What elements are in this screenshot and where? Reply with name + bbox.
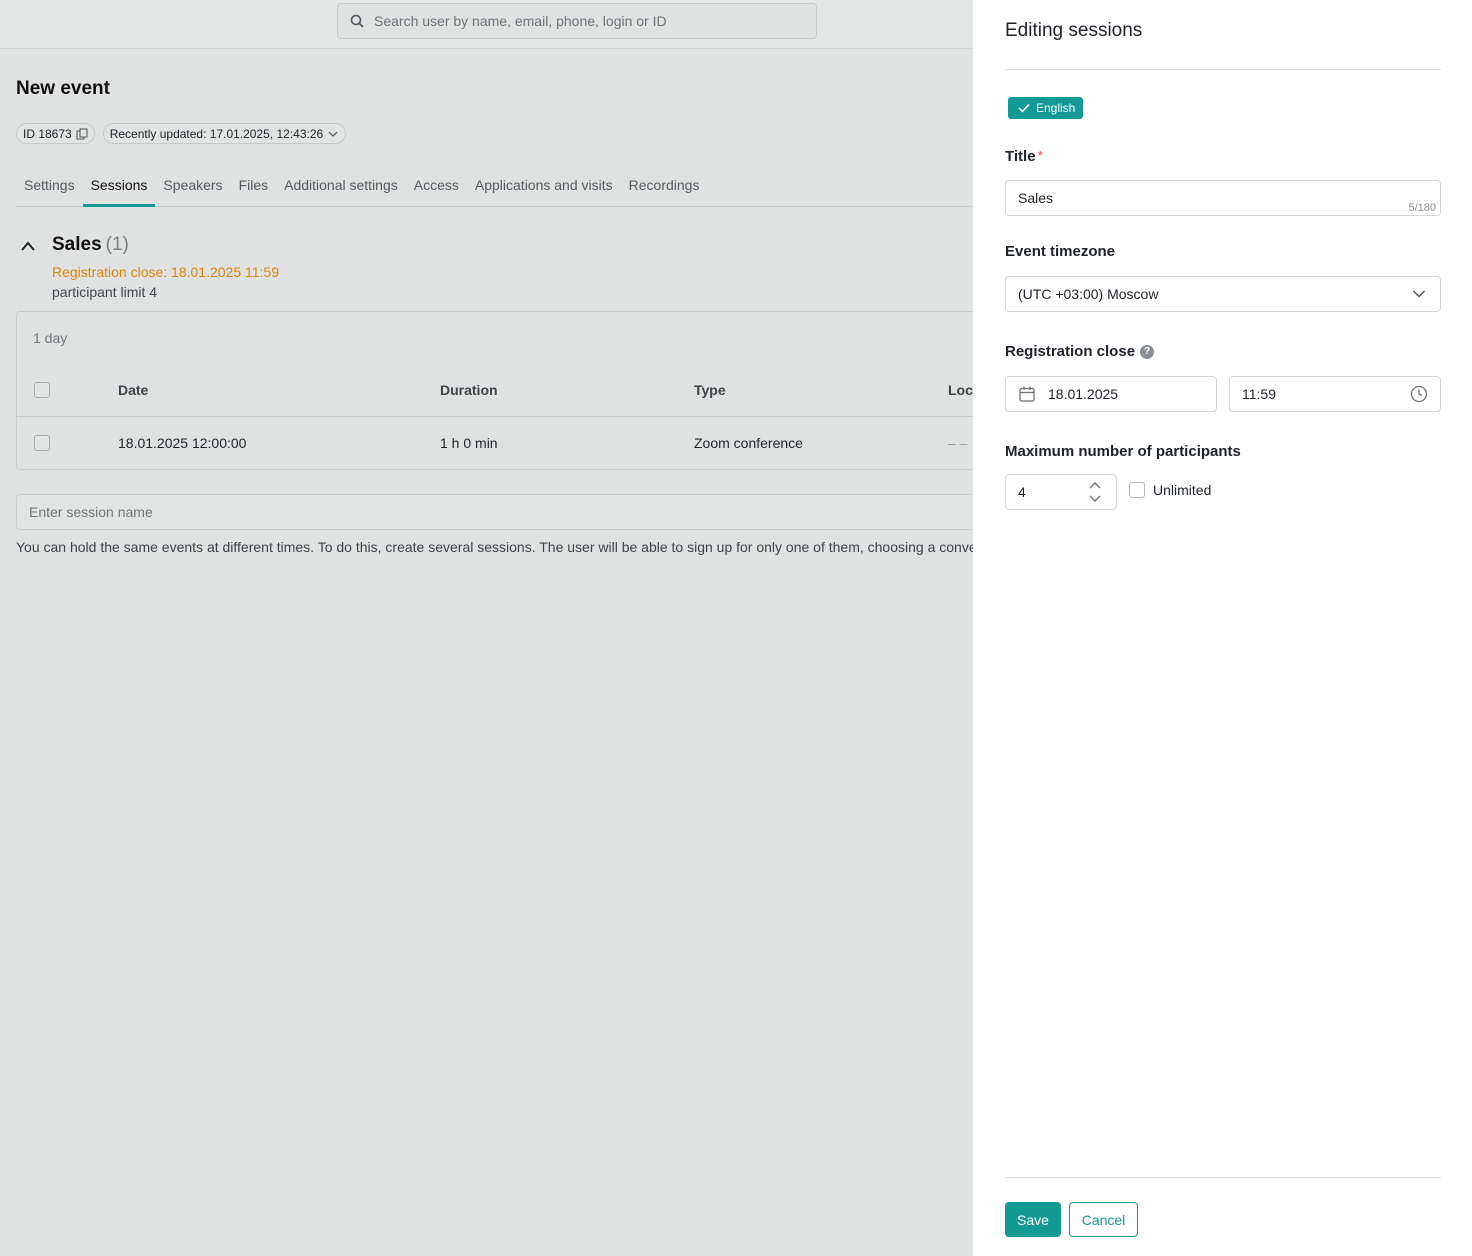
row-checkbox[interactable]: [34, 435, 50, 451]
tab-recordings[interactable]: Recordings: [621, 168, 708, 206]
sessions-hint: You can hold the same events at differen…: [16, 539, 973, 555]
unlimited-checkbox[interactable]: Unlimited: [1129, 482, 1211, 498]
session-name-input[interactable]: Enter session name: [16, 494, 973, 530]
registration-close-time-value: 11:59: [1242, 386, 1276, 402]
page-title: New event: [16, 78, 110, 99]
updated-label: Recently updated: 17.01.2025, 12:43:26: [109, 126, 324, 141]
unlimited-checkbox-box[interactable]: [1129, 482, 1145, 498]
row-divider: [17, 416, 973, 417]
calendar-icon: [1019, 386, 1035, 402]
session-group-count: (1): [105, 234, 129, 255]
chevron-down-icon: [1412, 290, 1426, 298]
participant-limit-info: participant limit 4: [52, 284, 158, 300]
event-id-pill[interactable]: ID 18673: [16, 123, 95, 144]
copy-icon[interactable]: [76, 128, 88, 140]
column-header-type: Type: [694, 382, 726, 398]
session-group-title: Sales (1): [52, 234, 129, 256]
registration-close-label-text: Registration close: [1005, 343, 1136, 360]
tab-sessions[interactable]: Sessions: [82, 168, 156, 207]
registration-close-info: Registration close: 18.01.2025 11:59: [52, 264, 280, 280]
registration-close-time-input[interactable]: 11:59: [1229, 376, 1441, 412]
title-field-label: Title *: [1005, 148, 1043, 165]
timezone-select[interactable]: (UTC +03:00) Moscow: [1005, 276, 1441, 312]
max-participants-stepper[interactable]: 4: [1005, 474, 1117, 510]
tab-additional-settings[interactable]: Additional settings: [276, 168, 406, 206]
editing-sessions-drawer: Editing sessions English Title * Sales 5/…: [973, 0, 1472, 1256]
column-header-date: Date: [118, 382, 149, 398]
clock-icon: [1410, 385, 1428, 403]
column-header-duration: Duration: [440, 382, 498, 398]
row-date: 18.01.2025 12:00:00: [118, 435, 247, 451]
event-id-label: ID 18673: [23, 126, 72, 141]
max-participants-value: 4: [1018, 484, 1026, 500]
title-label-text: Title: [1005, 148, 1036, 165]
row-type: Zoom conference: [694, 435, 803, 451]
registration-close-date-input[interactable]: 18.01.2025: [1005, 376, 1217, 412]
language-tag[interactable]: English: [1008, 97, 1084, 119]
tab-files[interactable]: Files: [231, 168, 277, 206]
meta-row: ID 18673 Recently updated: 17.01.2025, 1…: [16, 123, 347, 144]
stepper-arrows-icon[interactable]: [1088, 481, 1102, 503]
tab-applications-and-visits[interactable]: Applications and visits: [467, 168, 621, 206]
chevron-down-icon: [328, 131, 338, 137]
row-location: – –: [948, 435, 968, 451]
session-name-placeholder: Enter session name: [29, 504, 153, 520]
tab-settings[interactable]: Settings: [16, 168, 83, 206]
language-tag-label: English: [1036, 101, 1076, 115]
tab-bar: Settings Sessions Speakers Files Additio…: [16, 168, 973, 207]
registration-close-label: Registration close?: [1005, 343, 1155, 360]
title-input-value: Sales: [1018, 190, 1054, 206]
save-button[interactable]: Save: [1005, 1202, 1061, 1237]
help-icon[interactable]: ?: [1140, 345, 1155, 360]
drawer-title: Editing sessions: [1005, 20, 1143, 41]
top-bar: Search user by name, email, phone, login…: [0, 0, 973, 49]
sessions-table: 1 day Date Duration Type Loca 18.01.2025…: [16, 311, 981, 470]
check-icon: [1018, 103, 1030, 113]
search-icon: [350, 14, 364, 28]
footer-divider: [1005, 1177, 1441, 1178]
timezone-value: (UTC +03:00) Moscow: [1018, 286, 1159, 302]
chevron-up-icon[interactable]: [20, 240, 36, 252]
max-participants-label: Maximum number of participants: [1005, 443, 1241, 460]
user-search-input[interactable]: Search user by name, email, phone, login…: [337, 3, 817, 39]
drawer-divider: [1005, 69, 1441, 70]
cancel-button[interactable]: Cancel: [1069, 1202, 1138, 1237]
updated-pill[interactable]: Recently updated: 17.01.2025, 12:43:26: [102, 123, 347, 144]
unlimited-label: Unlimited: [1153, 482, 1212, 498]
tab-access[interactable]: Access: [406, 168, 467, 206]
day-label: 1 day: [33, 330, 68, 346]
required-marker: *: [1037, 148, 1043, 163]
search-placeholder: Search user by name, email, phone, login…: [374, 13, 667, 29]
tab-speakers[interactable]: Speakers: [155, 168, 230, 206]
timezone-label: Event timezone: [1005, 243, 1116, 260]
registration-close-date-value: 18.01.2025: [1048, 386, 1119, 402]
title-input[interactable]: Sales 5/180: [1005, 180, 1441, 216]
session-group-name: Sales: [52, 234, 102, 255]
select-all-checkbox[interactable]: [34, 382, 50, 398]
row-duration: 1 h 0 min: [440, 435, 498, 451]
title-char-counter: 5/180: [1408, 202, 1436, 214]
